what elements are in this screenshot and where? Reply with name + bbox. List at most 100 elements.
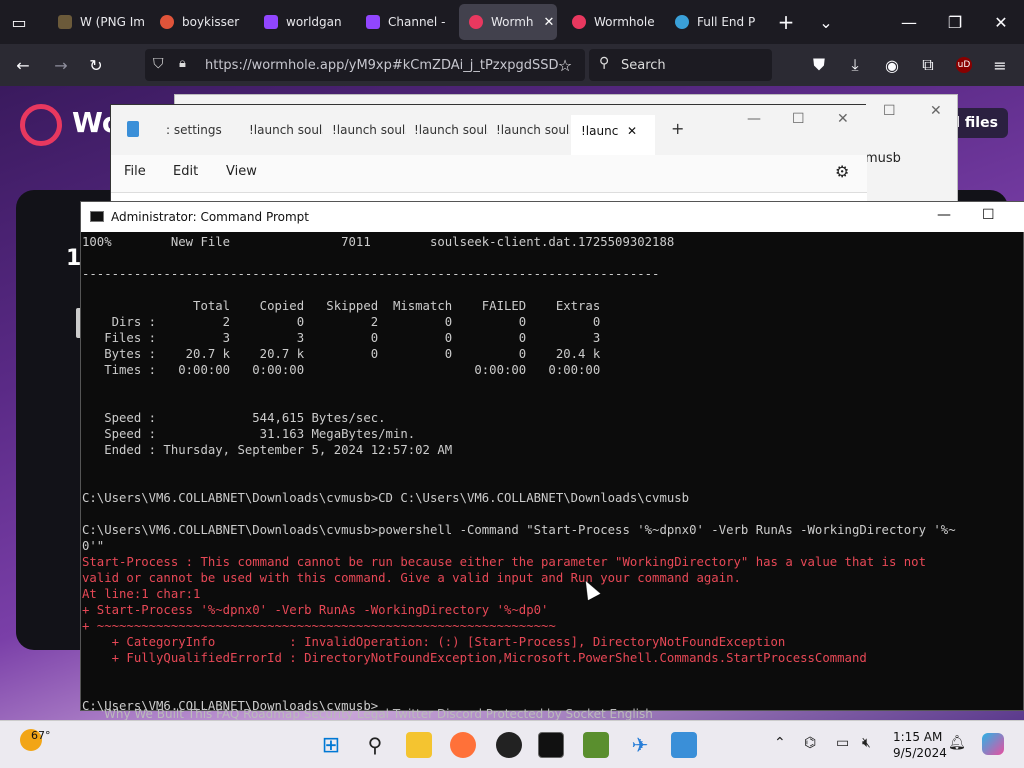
cmd-output[interactable]: 100% New File 7011 soulseek-client.dat.1… — [81, 232, 1024, 712]
notepad-tab[interactable]: : settings — [166, 123, 226, 137]
close-tab-icon[interactable]: ✕ — [544, 15, 555, 30]
search-bar[interactable]: ⚲ Search — [589, 49, 772, 81]
clock-date[interactable]: 9/5/2024 — [893, 746, 947, 760]
minimize-icon[interactable]: — — [937, 207, 951, 223]
cmd-output-line — [82, 378, 1024, 394]
cmd-error-line: + Start-Process '%~dpnx0' -Verb RunAs -W… — [82, 603, 549, 617]
command-prompt-window[interactable]: Administrator: Command Prompt — ☐ 100% N… — [80, 201, 1024, 712]
menu-icon[interactable]: ≡ — [989, 54, 1011, 76]
tab-label: Wormh — [491, 15, 534, 29]
search-icon[interactable]: ⚲ — [362, 732, 388, 758]
volume-icon[interactable]: 🔇︎ — [862, 735, 871, 751]
cmd-title: Administrator: Command Prompt — [111, 210, 309, 224]
notification-bell-icon[interactable]: 🔔︎ — [948, 735, 966, 751]
browser-tab[interactable]: worldgan — [254, 4, 354, 40]
cmd-output-line — [82, 394, 1024, 410]
notepad-tab-active[interactable]: !launc ✕ — [571, 115, 655, 155]
notepad-tab[interactable]: !launch souls — [496, 123, 570, 137]
maximize-icon[interactable]: ☐ — [982, 207, 995, 223]
cmd-error-line: At line:1 char:1 — [82, 587, 201, 601]
cmd-output-line: Dirs : 2 0 2 0 0 0 — [82, 315, 601, 329]
downloads-icon[interactable]: ⤓ — [844, 54, 866, 76]
new-tab-icon[interactable]: + — [775, 10, 797, 34]
close-window-icon[interactable]: ✕ — [930, 103, 942, 119]
maximize-icon[interactable]: ❐ — [944, 11, 966, 33]
minecraft-icon[interactable] — [583, 732, 609, 758]
terminal-icon[interactable] — [538, 732, 564, 758]
menu-file[interactable]: File — [124, 164, 146, 179]
bookmark-star-icon[interactable]: ☆ — [554, 54, 576, 76]
copilot-icon[interactable] — [982, 733, 1004, 755]
cmd-output-line: 100% New File 7011 soulseek-client.dat.1… — [82, 235, 675, 249]
network-icon[interactable]: ⌬ — [804, 735, 816, 751]
account-icon[interactable]: ◉ — [881, 54, 903, 76]
explorer-breadcrumb[interactable]: musb — [865, 151, 901, 166]
close-window-icon[interactable]: ✕ — [990, 11, 1012, 33]
notepad-tab-label: !launc — [581, 124, 619, 138]
back-icon[interactable]: ← — [12, 54, 34, 76]
shield-icon[interactable]: ⛉ — [153, 56, 164, 72]
notepad-tab[interactable]: !launch souls — [249, 123, 323, 137]
forward-icon[interactable]: → — [50, 54, 72, 76]
browser-tab-bar: ▭ W (PNG Im boykisser worldgan Channel -… — [0, 0, 1024, 44]
obs-icon[interactable] — [496, 732, 522, 758]
cmd-output-line: ----------------------------------------… — [82, 267, 660, 281]
browser-tab[interactable]: boykisser — [150, 4, 250, 40]
page-footer-links: Why We Built This FAQ Roadmap Security L… — [104, 707, 653, 721]
menu-view[interactable]: View — [226, 164, 257, 179]
app-icon[interactable]: ✈ — [627, 732, 653, 758]
browser-tab-active[interactable]: Wormh ✕ — [459, 4, 557, 40]
ublock-icon[interactable]: uD — [953, 54, 975, 76]
display-icon[interactable]: ▭ — [836, 735, 849, 751]
browser-tab[interactable]: W (PNG Im — [48, 4, 144, 40]
new-tab-icon[interactable]: + — [671, 119, 684, 138]
list-tabs-icon[interactable]: ⌄ — [815, 11, 837, 33]
url-bar[interactable]: ⛉ 🔒︎ https://wormhole.app/yM9xp#kCmZDAi_… — [145, 49, 585, 81]
cmd-error-line: valid or cannot be used with this comman… — [82, 571, 741, 585]
minimize-icon[interactable]: — — [747, 111, 761, 127]
cmd-output-line: Times : 0:00:00 0:00:00 0:00:00 0:00:00 — [82, 363, 601, 377]
cmd-output-line: Total Copied Skipped Mismatch FAILED Ext… — [82, 299, 601, 313]
extensions-icon[interactable]: ⧉ — [917, 54, 939, 76]
close-window-icon[interactable]: ✕ — [837, 111, 849, 127]
cmd-output-line: Files : 3 3 0 0 0 3 — [82, 331, 601, 345]
wormhole-logo-icon — [20, 104, 62, 146]
chevron-up-icon[interactable]: ⌃ — [774, 735, 786, 751]
cmd-output-line — [82, 682, 1024, 698]
pocket-icon[interactable]: ⛊ — [808, 54, 830, 76]
browser-tab[interactable]: Wormhole — [562, 4, 662, 40]
menu-edit[interactable]: Edit — [173, 164, 198, 179]
reload-icon[interactable]: ↻ — [85, 54, 107, 76]
tab-label: Wormhole — [594, 15, 655, 29]
tab-favicon — [675, 15, 689, 29]
start-icon[interactable]: ⊞ — [318, 732, 344, 758]
tab-label: Full End P — [697, 15, 756, 29]
notepad-menu-bar: File Edit View ⚙ — [111, 155, 867, 193]
maximize-icon[interactable]: ☐ — [883, 103, 896, 119]
settings-gear-icon[interactable]: ⚙ — [835, 162, 849, 181]
notepad-tab[interactable]: !launch souls — [414, 123, 488, 137]
browser-tab[interactable]: Full End P — [665, 4, 765, 40]
cmd-output-line: 0'" — [82, 539, 105, 553]
minimize-icon[interactable]: — — [898, 11, 920, 33]
cmd-error-line: + CategoryInfo : InvalidOperation: (:) [… — [82, 635, 786, 649]
cmd-error-line: + ~~~~~~~~~~~~~~~~~~~~~~~~~~~~~~~~~~~~~~… — [82, 619, 556, 633]
cmd-title-bar[interactable]: Administrator: Command Prompt — ☐ — [81, 202, 1024, 232]
notepad-window[interactable]: : settings !launch souls !launch souls !… — [110, 104, 867, 205]
notepad-tab[interactable]: !launch souls — [332, 123, 406, 137]
cmd-output-line: C:\Users\VM6.COLLABNET\Downloads\cvmusb>… — [82, 523, 956, 537]
close-tab-icon[interactable]: ✕ — [627, 124, 637, 138]
tab-label: boykisser — [182, 15, 240, 29]
clock-time[interactable]: 1:15 AM — [893, 730, 942, 744]
file-explorer-icon[interactable] — [406, 732, 432, 758]
notepad-tab-bar: : settings !launch souls !launch souls !… — [111, 105, 867, 155]
tab-overview-icon[interactable]: ▭ — [8, 11, 30, 33]
firefox-icon[interactable] — [450, 732, 476, 758]
cmd-output-line: C:\Users\VM6.COLLABNET\Downloads\cvmusb>… — [82, 491, 690, 505]
maximize-icon[interactable]: ☐ — [792, 111, 805, 127]
lock-icon[interactable]: 🔒︎ — [179, 56, 186, 71]
cmd-output-line — [82, 458, 1024, 474]
notepad-icon[interactable] — [671, 732, 697, 758]
browser-tab[interactable]: Channel - — [356, 4, 456, 40]
notepad-app-icon — [127, 121, 139, 137]
